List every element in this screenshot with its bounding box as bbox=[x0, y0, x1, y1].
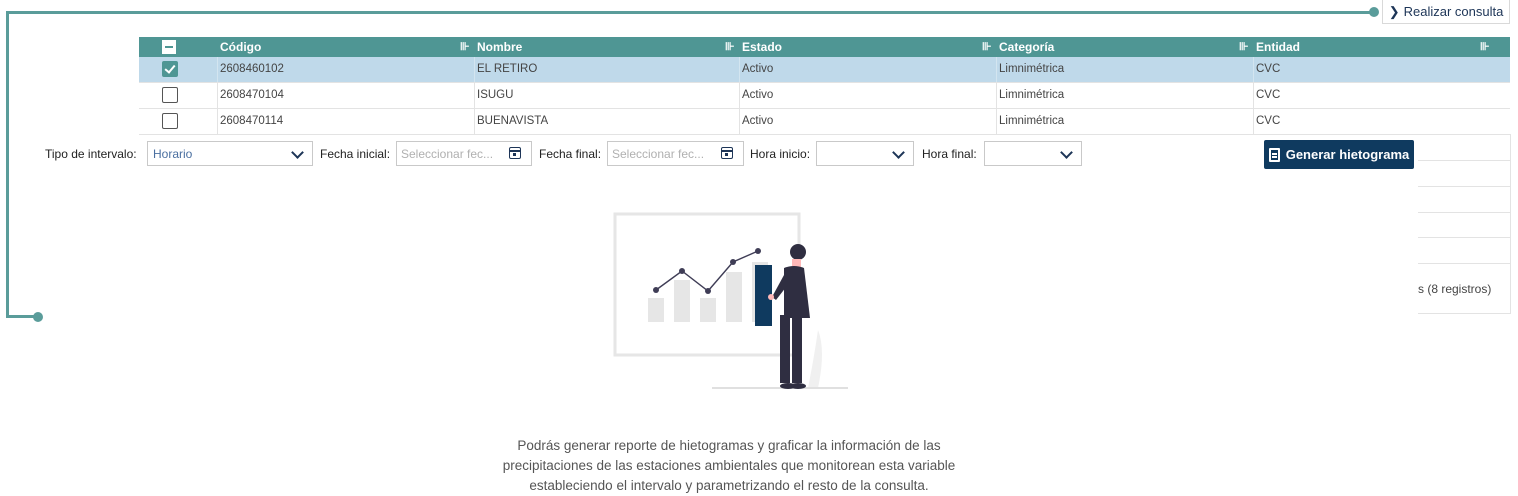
chart-presenter-illustration bbox=[613, 212, 848, 389]
empty-state-line: Podrás generar reporte de hietogramas y … bbox=[517, 438, 941, 453]
records-count: s (8 registros) bbox=[1418, 282, 1492, 296]
cell-estado: Activo bbox=[742, 89, 774, 101]
table-row[interactable]: 2608470104 ISUGU Activo Limnimétrica CVC bbox=[139, 83, 1510, 109]
cell-entidad: CVC bbox=[1256, 115, 1281, 127]
cell-categoria: Limnimétrica bbox=[999, 89, 1065, 101]
row-checkbox[interactable] bbox=[162, 87, 178, 103]
cell-categoria: Limnimétrica bbox=[999, 63, 1065, 75]
chevron-down-icon bbox=[291, 146, 304, 159]
connector-line-top bbox=[6, 11, 1374, 14]
empty-state-line: estableciendo el intervalo y parametriza… bbox=[529, 478, 929, 493]
end-date-label: Fecha final: bbox=[539, 147, 602, 161]
cell-nombre: BUENAVISTA bbox=[477, 115, 549, 127]
table-row[interactable]: 2608470114 BUENAVISTA Activo Limnimétric… bbox=[139, 109, 1510, 135]
cell-categoria: Limnimétrica bbox=[999, 115, 1065, 127]
start-date-placeholder: Seleccionar fec... bbox=[401, 147, 494, 161]
filter-icon[interactable]: ⊪ bbox=[1239, 40, 1251, 54]
cell-entidad: CVC bbox=[1256, 89, 1281, 101]
filter-bar: Tipo de intervalo: Horario Fecha inicial… bbox=[0, 141, 1200, 167]
filter-icon[interactable]: ⊪ bbox=[1480, 40, 1492, 54]
document-icon bbox=[1268, 147, 1280, 162]
start-date-label: Fecha inicial: bbox=[320, 147, 391, 161]
empty-state-line: precipitaciones de las estaciones ambien… bbox=[502, 458, 956, 473]
generate-hietogram-button[interactable]: Generar hietograma bbox=[1264, 140, 1414, 169]
column-header-entidad[interactable]: Entidad bbox=[1256, 37, 1300, 57]
interval-select[interactable]: Horario bbox=[147, 141, 313, 166]
connector-dot-bottom bbox=[33, 312, 43, 322]
chevron-right-icon: ❯ bbox=[1388, 3, 1400, 19]
select-all-checkbox[interactable] bbox=[162, 40, 176, 54]
connector-dot-top bbox=[1369, 7, 1379, 17]
column-header-estado[interactable]: Estado bbox=[742, 37, 782, 57]
cell-codigo: 2608460102 bbox=[220, 63, 284, 75]
empty-state-description: Podrás generar reporte de hietogramas y … bbox=[440, 436, 1018, 496]
cell-codigo: 2608470114 bbox=[220, 115, 284, 127]
row-checkbox[interactable] bbox=[162, 61, 178, 77]
end-date-input[interactable]: Seleccionar fec... bbox=[607, 141, 744, 166]
realizar-consulta-label: Realizar consulta bbox=[1403, 4, 1504, 19]
cell-estado: Activo bbox=[742, 115, 774, 127]
chevron-down-icon bbox=[1060, 146, 1073, 159]
column-header-codigo[interactable]: Código bbox=[220, 37, 261, 57]
interval-value: Horario bbox=[153, 147, 193, 161]
start-hour-select[interactable] bbox=[816, 141, 914, 166]
cell-estado: Activo bbox=[742, 63, 774, 75]
start-date-input[interactable]: Seleccionar fec... bbox=[396, 141, 532, 166]
interval-label: Tipo de intervalo: bbox=[45, 147, 137, 161]
start-hour-label: Hora inicio: bbox=[750, 147, 811, 161]
table-row[interactable]: 2608460102 EL RETIRO Activo Limnimétrica… bbox=[139, 57, 1510, 83]
column-header-nombre[interactable]: Nombre bbox=[477, 37, 522, 57]
filter-icon[interactable]: ⊪ bbox=[460, 40, 472, 54]
table-header: Código ⊪ Nombre ⊪ Estado ⊪ Categoría ⊪ E… bbox=[139, 37, 1510, 57]
realizar-consulta-button[interactable]: ❯ Realizar consulta bbox=[1382, 0, 1510, 24]
generate-hietogram-label: Generar hietograma bbox=[1285, 147, 1410, 162]
end-hour-label: Hora final: bbox=[922, 147, 977, 161]
filter-icon[interactable]: ⊪ bbox=[725, 40, 737, 54]
cell-entidad: CVC bbox=[1256, 63, 1281, 75]
calendar-icon[interactable] bbox=[509, 147, 521, 159]
column-header-categoria[interactable]: Categoría bbox=[999, 37, 1054, 57]
calendar-icon[interactable] bbox=[721, 147, 733, 159]
row-checkbox[interactable] bbox=[162, 113, 178, 129]
cell-nombre: EL RETIRO bbox=[477, 63, 538, 75]
chevron-down-icon bbox=[892, 146, 905, 159]
filter-icon[interactable]: ⊪ bbox=[982, 40, 994, 54]
end-hour-select[interactable] bbox=[984, 141, 1082, 166]
cell-codigo: 2608470104 bbox=[220, 89, 284, 101]
cell-nombre: ISUGU bbox=[477, 89, 514, 101]
end-date-placeholder: Seleccionar fec... bbox=[612, 147, 705, 161]
